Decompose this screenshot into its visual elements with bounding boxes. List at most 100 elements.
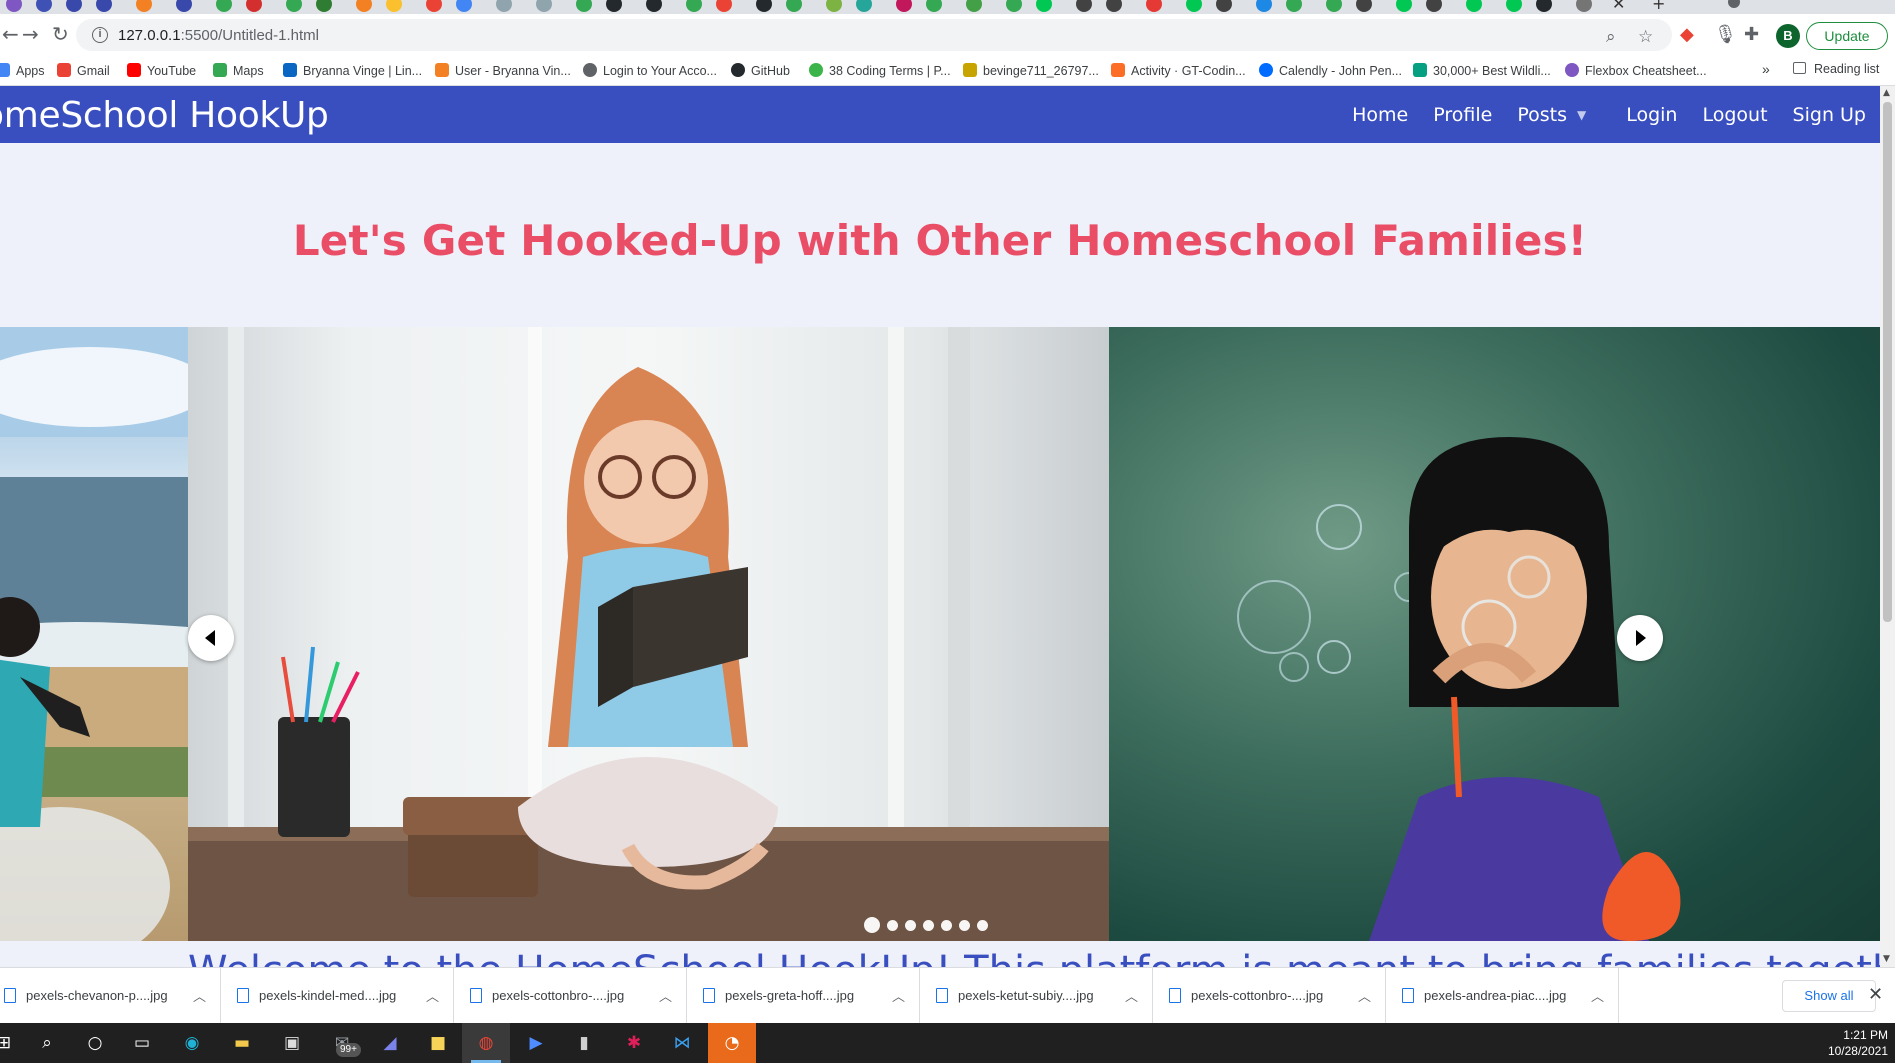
tab-favicon[interactable] [896, 0, 912, 12]
scroll-up-icon[interactable]: ▲ [1883, 88, 1890, 98]
tab-favicon[interactable] [96, 0, 112, 12]
download-item[interactable]: pexels-cottonbro-....jpg ︿ [1153, 968, 1386, 1024]
reading-list-button[interactable]: Reading list [1793, 62, 1879, 76]
chevron-up-icon[interactable]: ︿ [426, 986, 439, 1005]
bookmark-item[interactable]: Calendly - John Pen... [1259, 62, 1402, 80]
carousel-dot[interactable] [864, 917, 880, 933]
bookmark-item[interactable]: Flexbox Cheatsheet... [1565, 62, 1707, 80]
tab-favicon[interactable] [786, 0, 802, 12]
bookmark-item[interactable]: 38 Coding Terms | P... [809, 62, 951, 80]
bookmark-item[interactable]: YouTube [127, 62, 196, 80]
tab-favicon[interactable] [356, 0, 372, 12]
bookmark-item[interactable]: bevinge711_26797... [963, 62, 1099, 80]
download-item[interactable]: pexels-kindel-med....jpg ︿ [221, 968, 454, 1024]
tab-favicon[interactable] [606, 0, 622, 12]
tab-favicon[interactable] [246, 0, 262, 12]
bookmark-item[interactable]: Activity · GT-Codin... [1111, 62, 1246, 80]
system-clock[interactable]: 1:21 PM 10/28/2021 [1810, 1027, 1888, 1059]
tab-favicon[interactable] [136, 0, 152, 12]
tab-favicon[interactable] [826, 0, 842, 12]
microphone-icon[interactable]: 🎙 [1714, 26, 1737, 44]
chevron-up-icon[interactable]: ︿ [193, 986, 206, 1005]
close-icon[interactable]: ✕ [1868, 984, 1883, 1005]
tab-favicon[interactable] [716, 0, 732, 12]
start-menu-icon[interactable]: ⊞ [0, 1031, 16, 1055]
tab-favicon[interactable] [1216, 0, 1232, 12]
task-view-icon[interactable]: ▭ [130, 1031, 154, 1055]
carousel-dot[interactable] [887, 919, 898, 931]
file-explorer-icon[interactable]: ▬ [230, 1031, 254, 1055]
bookmark-item[interactable]: Gmail [57, 62, 110, 80]
carousel-dot[interactable] [959, 919, 970, 931]
more-bookmarks-icon[interactable]: » [1762, 61, 1770, 77]
bookmark-star-icon[interactable]: ☆ [1638, 27, 1653, 47]
tab-favicon[interactable] [1576, 0, 1592, 12]
bookmark-item[interactable]: 30,000+ Best Wildli... [1413, 62, 1551, 80]
tab-favicon[interactable] [1006, 0, 1022, 12]
carousel-next-button[interactable] [1617, 615, 1663, 661]
download-item[interactable]: pexels-andrea-piac....jpg ︿ [1386, 968, 1619, 1024]
tab-favicon[interactable] [1356, 0, 1372, 12]
zoom-icon[interactable]: ⌕ [1606, 27, 1616, 47]
tab-favicon[interactable] [66, 0, 82, 12]
back-icon[interactable]: ← [2, 24, 19, 44]
carousel-dot[interactable] [923, 919, 934, 931]
tab-favicon[interactable] [1036, 0, 1052, 12]
update-button[interactable]: Update [1806, 22, 1888, 50]
site-brand[interactable]: omeSchool HookUp [0, 95, 329, 136]
dev-tool-icon[interactable]: ◔ [720, 1031, 744, 1055]
tab-favicon[interactable] [856, 0, 872, 12]
tab-favicon[interactable] [456, 0, 472, 12]
close-tab-icon[interactable]: ✕ [1612, 0, 1625, 13]
tab-favicon[interactable] [286, 0, 302, 12]
tab-favicon[interactable] [926, 0, 942, 12]
tab-favicon[interactable] [1396, 0, 1412, 12]
chevron-up-icon[interactable]: ︿ [1358, 986, 1371, 1005]
extensions-puzzle-icon[interactable]: ✚ [1744, 26, 1759, 44]
tab-favicon[interactable] [1426, 0, 1442, 12]
download-item[interactable]: pexels-chevanon-p....jpg ︿ [0, 968, 221, 1024]
reload-icon[interactable]: ↻ [52, 24, 69, 44]
tab-favicon[interactable] [1256, 0, 1272, 12]
nav-profile-link[interactable]: Profile [1433, 104, 1492, 126]
download-item[interactable]: pexels-ketut-subiy....jpg ︿ [920, 968, 1153, 1024]
bookmark-item[interactable]: Bryanna Vinge | Lin... [283, 62, 422, 80]
download-item[interactable]: pexels-cottonbro-....jpg ︿ [454, 968, 687, 1024]
chevron-up-icon[interactable]: ︿ [1591, 986, 1604, 1005]
slack-icon[interactable]: ✱ [622, 1031, 646, 1055]
tab-favicon[interactable] [176, 0, 192, 12]
chevron-up-icon[interactable]: ︿ [659, 986, 672, 1005]
tab-favicon[interactable] [1286, 0, 1302, 12]
tab-search-icon[interactable] [1728, 0, 1740, 8]
tab-favicon[interactable] [1506, 0, 1522, 12]
tab-favicon[interactable] [386, 0, 402, 12]
carousel-prev-button[interactable] [188, 615, 234, 661]
nav-posts-dropdown[interactable]: Posts ▼ [1517, 104, 1586, 126]
tab-favicon[interactable] [756, 0, 772, 12]
tab-favicon[interactable] [426, 0, 442, 12]
download-item[interactable]: pexels-greta-hoff....jpg ︿ [687, 968, 920, 1024]
tab-favicon[interactable] [1106, 0, 1122, 12]
bookmark-item[interactable]: GitHub [731, 62, 790, 80]
carousel-dot[interactable] [941, 919, 952, 931]
nav-home-link[interactable]: Home [1352, 104, 1408, 126]
tab-favicon[interactable] [1536, 0, 1552, 12]
bookmark-item[interactable]: Apps [0, 62, 45, 80]
carousel-dot[interactable] [905, 919, 916, 931]
tab-favicon[interactable] [1186, 0, 1202, 12]
tab-favicon[interactable] [216, 0, 232, 12]
cortana-icon[interactable]: ○ [83, 1031, 107, 1055]
nav-login-link[interactable]: Login [1626, 104, 1677, 126]
search-icon[interactable]: ⌕ [35, 1031, 59, 1055]
sticky-notes-icon[interactable]: ■ [426, 1031, 450, 1055]
tab-favicon[interactable] [1146, 0, 1162, 12]
forward-icon[interactable]: → [22, 24, 39, 44]
bookmark-item[interactable]: Maps [213, 62, 264, 80]
bookmark-item[interactable]: User - Bryanna Vin... [435, 62, 571, 80]
tab-favicon[interactable] [1076, 0, 1092, 12]
extension-icon[interactable]: ◆ [1680, 26, 1694, 44]
tab-favicon[interactable] [966, 0, 982, 12]
vscode-icon[interactable]: ⋈ [670, 1031, 694, 1055]
bookmark-item[interactable]: Login to Your Acco... [583, 62, 717, 80]
address-bar[interactable]: i 127.0.0.1:5500/Untitled-1.html ⌕ ☆ [76, 19, 1672, 51]
